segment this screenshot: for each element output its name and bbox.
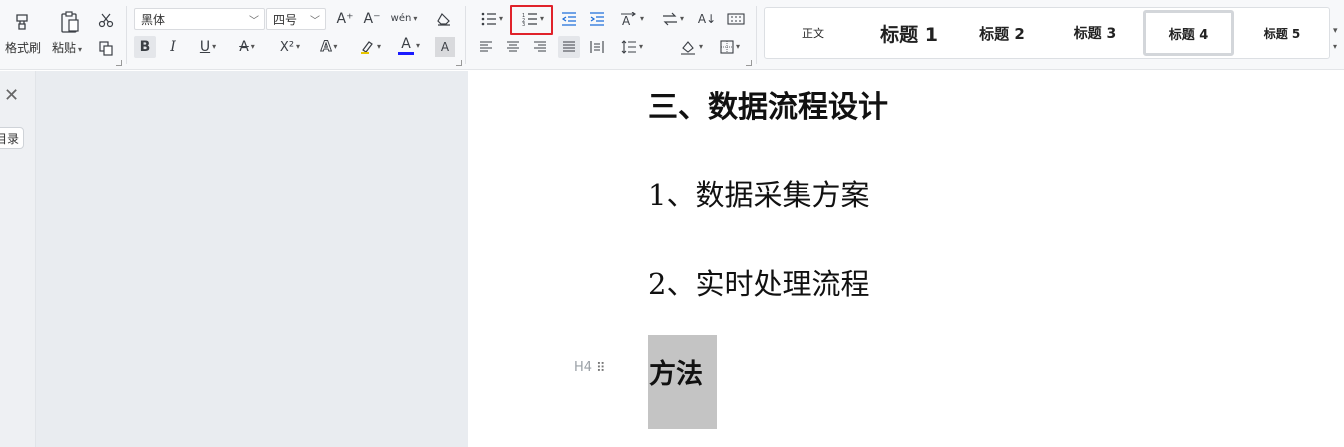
style-gallery: 正文 标题 1 标题 2 标题 3 标题 4 标题 5 bbox=[764, 7, 1330, 59]
text-effect-button[interactable]: A ▾ bbox=[314, 36, 344, 58]
chevron-down-icon: ▾ bbox=[415, 41, 420, 50]
distribute-icon[interactable] bbox=[587, 37, 607, 57]
chevron-down-icon: ▾ bbox=[698, 42, 703, 51]
chevron-down-icon: ▾ bbox=[413, 14, 418, 23]
style-heading3[interactable]: 标题 3 bbox=[1047, 8, 1143, 58]
format-painter-icon[interactable] bbox=[10, 10, 34, 34]
underline-button[interactable]: U ▾ bbox=[194, 36, 222, 58]
borders-button[interactable]: ▾ bbox=[714, 37, 746, 57]
font-color-button[interactable]: A ▾ bbox=[394, 34, 424, 58]
gallery-more-icon[interactable]: ▾ bbox=[1333, 26, 1342, 36]
style-heading2[interactable]: 标题 2 bbox=[957, 8, 1047, 58]
navigation-pane: ✕ 目录 bbox=[0, 71, 468, 447]
increase-indent-icon[interactable] bbox=[587, 9, 607, 29]
divider bbox=[126, 6, 127, 64]
paragraph-group-launcher-icon[interactable] bbox=[746, 60, 752, 66]
superscript-glyph: X² bbox=[279, 39, 295, 55]
show-marks-icon[interactable] bbox=[725, 9, 747, 29]
font-group-launcher-icon[interactable] bbox=[456, 60, 462, 66]
strikethrough-glyph: A bbox=[239, 39, 249, 55]
bold-button[interactable]: B bbox=[134, 36, 156, 58]
phonetic-guide-icon[interactable]: wén ▾ bbox=[389, 9, 419, 29]
close-icon[interactable]: ✕ bbox=[4, 85, 19, 106]
chevron-down-icon: ▾ bbox=[333, 42, 338, 51]
style-heading5[interactable]: 标题 5 bbox=[1234, 8, 1330, 58]
subheading-item-1[interactable]: 1、数据采集方案 bbox=[648, 172, 869, 214]
shading-button[interactable]: ▾ bbox=[674, 37, 708, 57]
text-direction-button[interactable]: A ▾ bbox=[616, 9, 648, 29]
clear-formatting-icon[interactable] bbox=[433, 9, 455, 29]
style-heading1[interactable]: 标题 1 bbox=[861, 8, 957, 58]
selected-heading[interactable]: 方法 bbox=[649, 352, 703, 391]
font-family-select[interactable]: 黑体 ﹀ bbox=[134, 8, 265, 30]
chevron-down-icon: ▾ bbox=[212, 42, 217, 51]
text-effect-glyph: A bbox=[320, 39, 332, 55]
justify-icon[interactable] bbox=[558, 36, 580, 58]
line-spacing-button[interactable]: ▾ bbox=[616, 37, 648, 57]
sort-icon[interactable]: A↓ bbox=[696, 9, 718, 29]
shrink-font-icon[interactable]: A⁻ bbox=[361, 9, 383, 29]
chevron-down-icon: ﹀ bbox=[310, 16, 320, 27]
paste-label[interactable]: 粘贴 ▾ bbox=[52, 41, 82, 57]
chevron-down-icon: ﹀ bbox=[249, 16, 259, 27]
phonetic-glyph: wén bbox=[390, 13, 412, 24]
decrease-indent-icon[interactable] bbox=[559, 9, 579, 29]
chevron-down-icon: ▾ bbox=[638, 42, 643, 51]
ribbon-toolbar: 格式刷 粘贴 ▾ 黑体 ﹀ 四号 ﹀ A⁺ A⁻ wén ▾ B I U ▾ A ▾ X… bbox=[0, 0, 1344, 70]
font-color-swatch bbox=[397, 52, 414, 55]
font-family-value: 黑体 bbox=[141, 12, 166, 27]
align-left-icon[interactable] bbox=[476, 37, 496, 57]
svg-text:A: A bbox=[622, 14, 631, 26]
highlight-color-button[interactable]: ▾ bbox=[354, 36, 386, 58]
chevron-down-icon: ▾ bbox=[498, 14, 503, 23]
chevron-down-icon: ▾ bbox=[679, 14, 684, 23]
chevron-down-icon: ▾ bbox=[78, 45, 83, 54]
cut-icon[interactable] bbox=[96, 10, 116, 30]
subheading-item-2[interactable]: 2、实时处理流程 bbox=[648, 261, 869, 303]
font-size-value: 四号 bbox=[273, 12, 298, 27]
strikethrough-button[interactable]: A ▾ bbox=[232, 36, 262, 58]
chevron-down-icon: ▾ bbox=[250, 42, 255, 51]
underline-glyph: U bbox=[199, 39, 211, 55]
heading-level-marker: H4 bbox=[574, 360, 593, 375]
highlight-box bbox=[510, 5, 553, 35]
bullet-list-button[interactable]: ▾ bbox=[476, 9, 508, 29]
align-right-icon[interactable] bbox=[530, 37, 550, 57]
italic-button[interactable]: I bbox=[163, 36, 183, 58]
section-heading[interactable]: 三、数据流程设计 bbox=[648, 82, 888, 126]
drag-handle-icon[interactable]: ⠿ bbox=[596, 361, 605, 376]
clipboard-group-launcher-icon[interactable] bbox=[116, 60, 122, 66]
grow-font-icon[interactable]: A⁺ bbox=[334, 9, 356, 29]
line-break-direction-button[interactable]: ▾ bbox=[657, 9, 689, 29]
chevron-down-icon: ▾ bbox=[376, 42, 381, 51]
style-normal[interactable]: 正文 bbox=[765, 8, 861, 58]
divider bbox=[756, 6, 757, 64]
chevron-down-icon: ▾ bbox=[735, 42, 740, 51]
paste-label-text: 粘贴 bbox=[52, 41, 77, 55]
chevron-down-icon: ▾ bbox=[639, 14, 644, 23]
copy-icon[interactable] bbox=[96, 38, 116, 58]
chevron-down-icon: ▾ bbox=[296, 42, 301, 51]
toc-button[interactable]: 目录 bbox=[0, 127, 24, 149]
format-painter-label[interactable]: 格式刷 bbox=[5, 41, 41, 55]
document-page[interactable]: 三、数据流程设计 1、数据采集方案 2、实时处理流程 方法 H4 ⠿ bbox=[468, 71, 1344, 447]
font-size-select[interactable]: 四号 ﹀ bbox=[266, 8, 326, 30]
character-shading-button[interactable]: A bbox=[435, 37, 455, 57]
font-color-glyph: A bbox=[401, 36, 411, 52]
gallery-expand-icon[interactable]: ▾ bbox=[1333, 42, 1342, 51]
divider bbox=[465, 6, 466, 64]
align-center-icon[interactable] bbox=[503, 37, 523, 57]
paste-icon[interactable] bbox=[57, 9, 83, 35]
style-heading4[interactable]: 标题 4 bbox=[1143, 10, 1234, 56]
superscript-button[interactable]: X² ▾ bbox=[274, 36, 306, 58]
